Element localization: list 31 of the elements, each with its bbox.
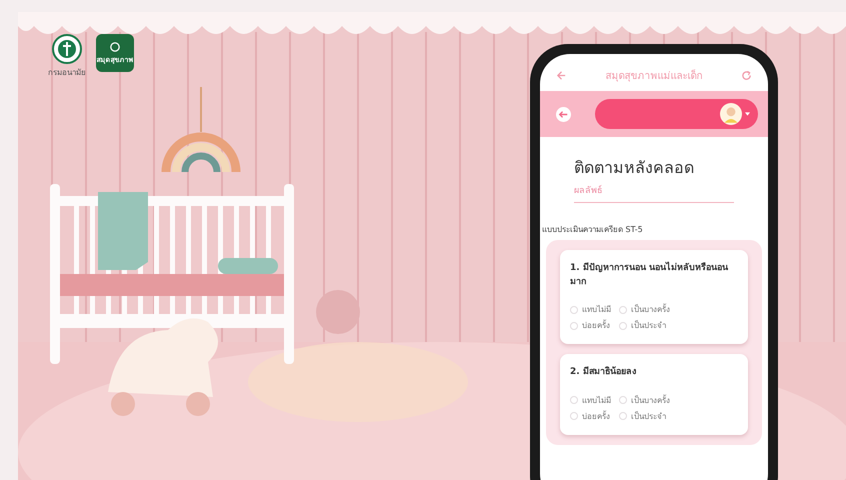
radio-icon[interactable] xyxy=(570,306,578,314)
avatar-icon xyxy=(720,103,742,125)
radio-option[interactable]: บ่อยครั้ง xyxy=(570,319,611,332)
section-title: แบบประเมินความเครียด ST-5 xyxy=(541,224,644,236)
radio-option[interactable]: เป็นประจำ xyxy=(619,319,670,332)
radio-option[interactable]: บ่อยครั้ง xyxy=(570,410,611,422)
ministry-seal-icon xyxy=(52,34,82,64)
back-circle-icon[interactable] xyxy=(556,106,571,122)
back-arrow-icon[interactable] xyxy=(556,70,567,81)
caret-icon xyxy=(745,112,750,116)
seal-icon xyxy=(110,42,120,52)
radio-option[interactable]: เป็นประจำ xyxy=(619,410,670,422)
radio-icon[interactable] xyxy=(619,412,627,420)
app-title: สมุดสุขภาพแม่และเด็ก xyxy=(606,68,702,83)
question-text: 1. มีปัญหาการนอน นอนไม่หลับหรือนอนมาก xyxy=(570,262,729,288)
radio-option[interactable]: แทบไม่มี xyxy=(570,303,611,316)
question-text: 2. มีสมาธิน้อยลง xyxy=(570,366,637,379)
radio-icon[interactable] xyxy=(570,412,578,420)
radio-icon[interactable] xyxy=(619,396,627,404)
radio-option[interactable]: แทบไม่มี xyxy=(570,394,611,406)
logo-caption: กรมอนามัย xyxy=(48,67,86,79)
radio-icon[interactable] xyxy=(570,322,578,330)
radio-icon[interactable] xyxy=(570,396,578,404)
radio-icon[interactable] xyxy=(619,306,627,314)
radio-option[interactable]: เป็นบางครั้ง xyxy=(619,303,670,316)
refresh-icon[interactable] xyxy=(741,70,752,81)
radio-icon[interactable] xyxy=(619,322,627,330)
profile-selector[interactable] xyxy=(595,99,758,129)
page-title: ติดตามหลังคลอด xyxy=(574,157,695,179)
radio-option[interactable]: เป็นบางครั้ง xyxy=(619,394,670,406)
input-field[interactable]: ผลลัพธ์ xyxy=(574,184,734,203)
